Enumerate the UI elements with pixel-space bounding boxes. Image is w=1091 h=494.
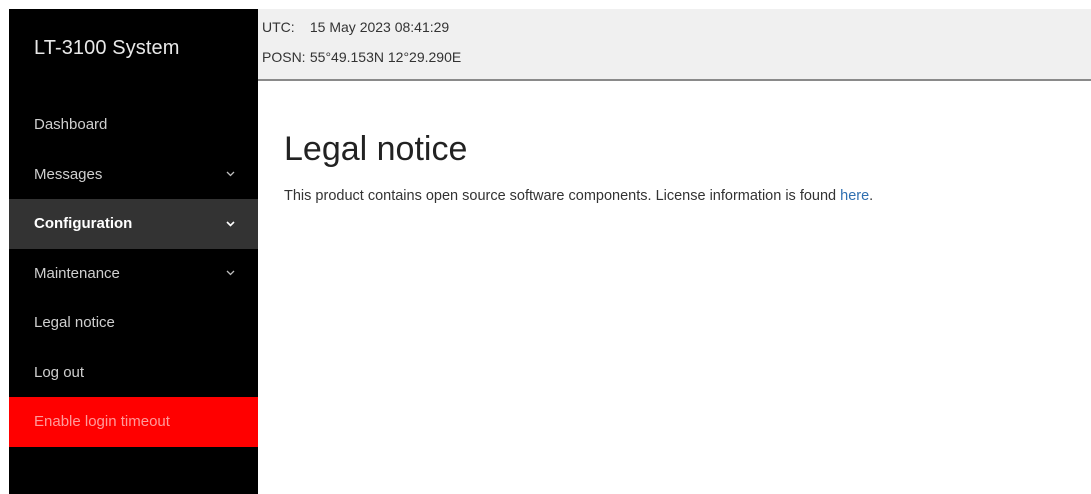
- license-link[interactable]: here: [840, 188, 869, 204]
- sidebar-item-label: Configuration: [34, 215, 133, 232]
- position-value: 55°49.153N 12°29.290E: [309, 49, 462, 65]
- position-row: POSN: 55°49.153N 12°29.290E: [262, 49, 461, 65]
- utc-row: UTC: 15 May 2023 08:41:29: [262, 19, 449, 35]
- brand-title: LT-3100 System: [34, 37, 180, 59]
- sidebar-item-label: Messages: [34, 165, 103, 183]
- license-notice: This product contains open source softwa…: [284, 188, 873, 204]
- app-window: LT-3100 System Dashboard Messages Config…: [0, 0, 1091, 494]
- sidebar-item-log-out[interactable]: Log out: [9, 348, 258, 398]
- sidebar-item-configuration[interactable]: Configuration: [9, 199, 258, 249]
- notice-end: .: [869, 188, 874, 204]
- chevron-down-icon: [224, 150, 236, 200]
- status-bar: UTC: 15 May 2023 08:41:29 POSN: 55°49.15…: [258, 9, 1091, 81]
- sidebar-item-label: Maintenance: [34, 264, 120, 282]
- page-title: Legal notice: [284, 130, 468, 168]
- utc-value: 15 May 2023 08:41:29: [309, 19, 450, 35]
- position-label: POSN:: [262, 49, 306, 65]
- chevron-down-icon: [224, 249, 236, 299]
- sidebar: LT-3100 System Dashboard Messages Config…: [9, 9, 258, 494]
- sidebar-nav: Dashboard Messages Configuration Mainten…: [9, 100, 258, 447]
- sidebar-item-label: Legal notice: [34, 314, 115, 331]
- chevron-down-icon: [224, 199, 236, 249]
- sidebar-item-dashboard[interactable]: Dashboard: [9, 100, 258, 150]
- sidebar-item-maintenance[interactable]: Maintenance: [9, 249, 258, 299]
- main-content: Legal notice This product contains open …: [284, 130, 873, 204]
- sidebar-item-legal-notice[interactable]: Legal notice: [9, 298, 258, 348]
- notice-text: This product contains open source softwa…: [284, 188, 841, 204]
- sidebar-item-label: Enable login timeout: [34, 413, 170, 430]
- sidebar-item-messages[interactable]: Messages: [9, 150, 258, 200]
- utc-label: UTC:: [262, 19, 295, 35]
- enable-login-timeout-button[interactable]: Enable login timeout: [9, 397, 258, 447]
- sidebar-item-label: Dashboard: [34, 116, 108, 133]
- sidebar-item-label: Log out: [34, 363, 85, 381]
